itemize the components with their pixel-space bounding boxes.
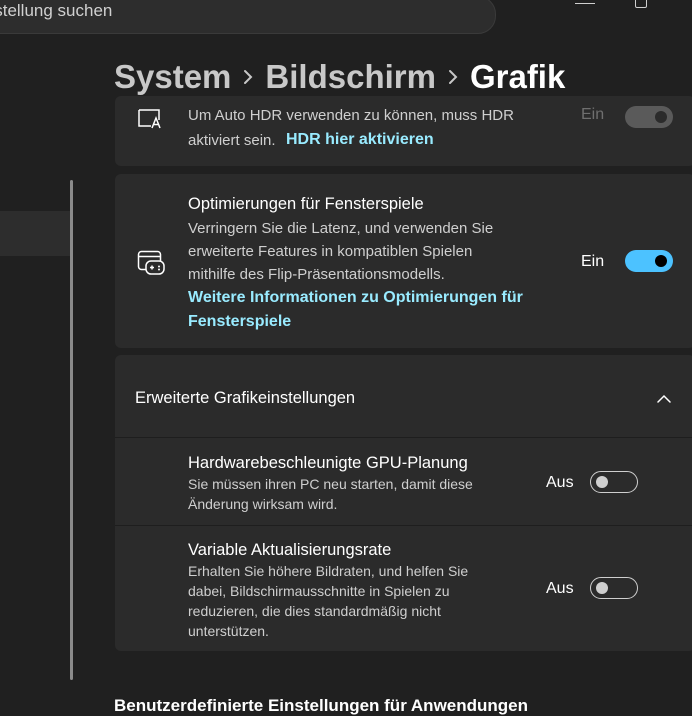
hdr-description: Um Auto HDR verwenden zu können, muss HD… [188, 107, 514, 124]
breadcrumb-system[interactable]: System [114, 58, 231, 96]
sidebar-scrollbar[interactable] [70, 180, 73, 680]
vrr-toggle[interactable] [590, 577, 638, 599]
sidebar [0, 0, 106, 716]
optimizations-info-link[interactable]: Weitere Informationen zu Optimierungen f… [188, 286, 523, 310]
gpu-scheduling-desc-1: Sie müssen ihren PC neu starten, damit d… [188, 476, 473, 492]
chevron-right-icon [231, 69, 265, 85]
optimizations-desc-1: Verringern Sie die Latenz, und verwenden… [188, 220, 494, 237]
maximize-icon[interactable] [635, 0, 647, 8]
vrr-desc-4: unterstützen. [188, 623, 269, 639]
divider [115, 525, 692, 526]
breadcrumb-bildschirm[interactable]: Bildschirm [265, 58, 436, 96]
custom-app-settings-heading: Benutzerdefinierte Einstellungen für Anw… [114, 696, 529, 715]
hdr-icon [137, 108, 163, 135]
optimizations-toggle[interactable] [625, 250, 673, 272]
advanced-graphics-header[interactable]: Erweiterte Grafikeinstellungen [115, 355, 692, 437]
chevron-right-icon [436, 69, 470, 85]
optimizations-desc-3: mithilfe des Flip-Präsentationsmodells. [188, 266, 445, 283]
auto-hdr-toggle[interactable] [625, 106, 673, 128]
vrr-state-label: Aus [546, 580, 574, 597]
optimizations-state-label: Ein [581, 253, 605, 270]
optimizations-info-link-2[interactable]: Fensterspiele [188, 310, 291, 334]
gpu-scheduling-toggle[interactable] [590, 471, 638, 493]
minimize-icon[interactable] [575, 0, 595, 4]
vrr-title: Variable Aktualisierungsrate [188, 541, 392, 559]
breadcrumb: System Bildschirm Grafik [114, 52, 565, 102]
gpu-scheduling-title: Hardwarebeschleunigte GPU-Planung [188, 454, 468, 472]
window-games-optimizations-card: Optimierungen für Fensterspiele Verringe… [115, 174, 692, 348]
search-box[interactable]: instellung suchen [0, 0, 496, 34]
advanced-graphics-expander: Erweiterte Grafikeinstellungen Hardwareb… [115, 355, 692, 651]
optimizations-desc-2: erweiterte Features in kompatiblen Spiel… [188, 243, 473, 260]
vrr-desc-2: dabei, Bildschirmausschnitte in Spielen … [188, 583, 450, 599]
gpu-scheduling-state-label: Aus [546, 474, 574, 491]
hdr-description-2: aktiviert sein. [188, 132, 276, 149]
hdr-state-label: Ein [581, 106, 605, 123]
gpu-scheduling-desc-2: Änderung wirksam wird. [188, 496, 338, 512]
chevron-up-icon[interactable] [657, 391, 671, 409]
auto-hdr-card: Um Auto HDR verwenden zu können, muss HD… [115, 96, 692, 166]
hdr-activate-link[interactable]: HDR hier aktivieren [286, 128, 434, 152]
advanced-graphics-title: Erweiterte Grafikeinstellungen [135, 389, 356, 407]
game-controller-icon [137, 250, 165, 281]
vrr-desc-1: Erhalten Sie höhere Bildraten, und helfe… [188, 563, 469, 579]
divider [115, 437, 692, 438]
sidebar-item-selected[interactable] [0, 211, 72, 256]
page-title: Grafik [469, 58, 566, 95]
vrr-desc-3: reduzieren, die dies standardmäßig nicht [188, 603, 441, 619]
search-input[interactable]: instellung suchen [0, 1, 112, 21]
optimizations-title: Optimierungen für Fensterspiele [188, 195, 424, 213]
